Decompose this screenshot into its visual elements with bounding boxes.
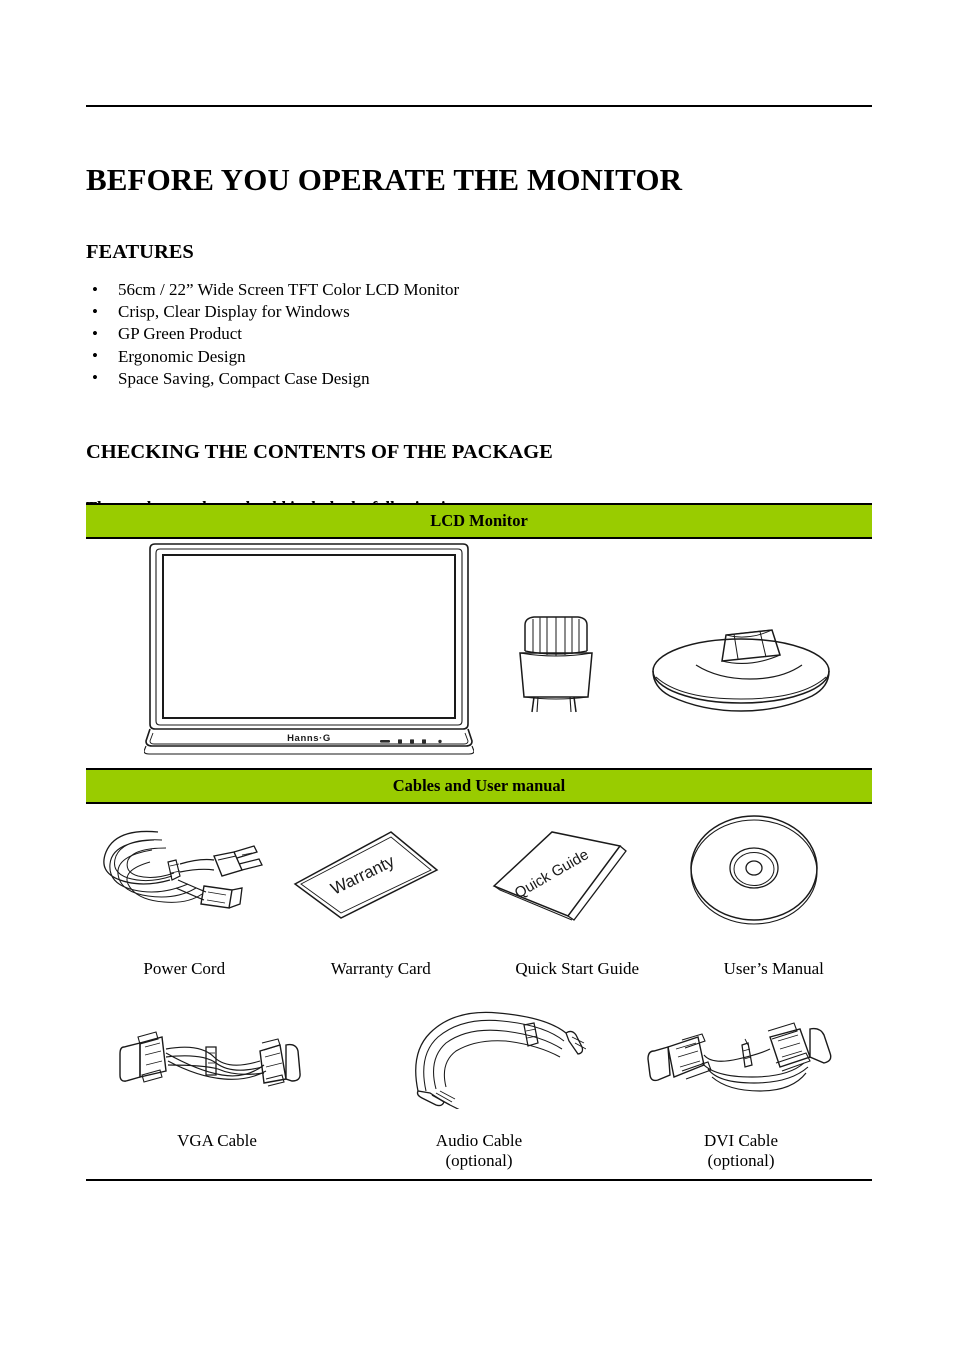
accessory-label-power-cord: Power Cord — [143, 959, 226, 978]
quick-guide-illustration: Quick Guide — [490, 824, 640, 924]
accessory-labels-row-2: VGA Cable Audio Cable (optional) DVI Cab… — [86, 1131, 872, 1171]
warranty-card-illustration: Warranty — [291, 826, 441, 922]
list-item: • 56cm / 22” Wide Screen TFT Color LCD Mo… — [86, 279, 459, 301]
accessory-label-dvi-cable: DVI Cable (optional) — [610, 1131, 872, 1171]
bullet-icon: • — [92, 301, 98, 321]
features-heading: FEATURES — [86, 241, 194, 263]
table-row — [86, 999, 872, 1131]
monitor-stand-neck-illustration — [510, 613, 602, 713]
accessory-labels-row-1: Power Cord Warranty Card Quick Start Gui… — [86, 959, 872, 979]
document-page: BEFORE YOU OPERATE THE MONITOR FEATURES … — [0, 0, 954, 1350]
quick-guide-text: Quick Guide — [512, 846, 592, 902]
cd-disc-illustration — [686, 810, 822, 930]
monitor-base-illustration — [650, 621, 832, 713]
bullet-icon: • — [92, 279, 98, 299]
lcd-monitor-illustration: Hanns·G — [144, 541, 474, 759]
accessory-label-quick-start-guide: Quick Start Guide — [515, 959, 640, 978]
accessory-label-users-manual: User’s Manual — [723, 959, 824, 978]
table-band-lcd-monitor: LCD Monitor — [86, 503, 872, 539]
list-item-label: Ergonomic Design — [118, 346, 246, 366]
accessory-sub-label: (optional) — [445, 1151, 513, 1170]
power-cord-illustration — [96, 818, 271, 928]
list-item: • Space Saving, Compact Case Design — [86, 368, 459, 390]
accessory-label-audio-cable: Audio Cable (optional) — [348, 1131, 610, 1171]
list-item-label: Crisp, Clear Display for Windows — [118, 302, 350, 322]
accessory-label-vga-cable: VGA Cable — [177, 1131, 257, 1150]
page-title: BEFORE YOU OPERATE THE MONITOR — [86, 161, 683, 197]
package-contents-table: LCD Monitor Hanns·G Cables and User manu… — [86, 503, 872, 1181]
features-list: • 56cm / 22” Wide Screen TFT Color LCD Mo… — [86, 279, 459, 390]
table-bottom-divider — [86, 1179, 872, 1181]
table-band-cables-manual: Cables and User manual — [86, 768, 872, 804]
list-item-label: Space Saving, Compact Case Design — [118, 368, 370, 388]
header-divider — [86, 105, 872, 107]
list-item: • GP Green Product — [86, 323, 459, 345]
bullet-icon: • — [92, 368, 98, 388]
package-heading: CHECKING THE CONTENTS OF THE PACKAGE — [86, 441, 553, 463]
monitor-brand-label: Hanns·G — [287, 733, 331, 744]
table-row: Hanns·G — [86, 539, 872, 768]
bullet-icon: • — [92, 323, 98, 343]
list-item: • Ergonomic Design — [86, 346, 459, 368]
warranty-card-text: Warranty — [328, 851, 398, 898]
table-row: Warranty Quick Guide — [86, 804, 872, 959]
bullet-icon: • — [92, 346, 98, 366]
list-item-label: GP Green Product — [118, 324, 243, 344]
accessory-sub-label: (optional) — [707, 1151, 775, 1170]
dvi-cable-illustration — [642, 1007, 862, 1107]
accessory-label-warranty-card: Warranty Card — [330, 959, 431, 978]
list-item-label: 56cm / 22” Wide Screen TFT Color LCD Mon… — [118, 280, 460, 299]
audio-cable-illustration — [406, 1003, 586, 1109]
list-item: • Crisp, Clear Display for Windows — [86, 301, 459, 323]
vga-cable-illustration — [110, 1009, 310, 1105]
